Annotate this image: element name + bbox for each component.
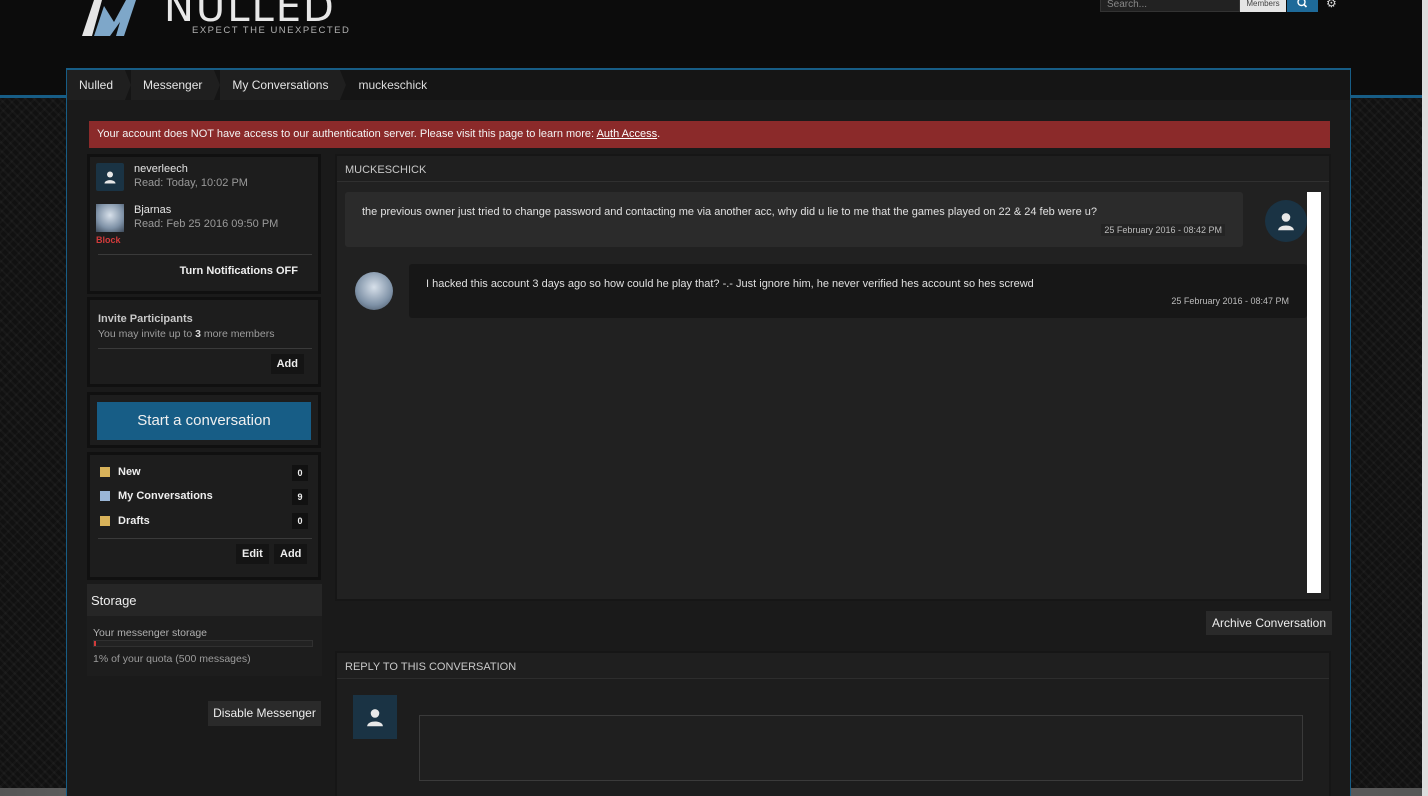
invite-title: Invite Participants bbox=[98, 313, 193, 325]
participant-name[interactable]: Bjarnas bbox=[134, 204, 278, 216]
envelope-icon bbox=[100, 491, 110, 501]
participant-neverleech: neverleech Read: Today, 10:02 PM bbox=[96, 163, 248, 193]
invite-participants-box: Invite Participants You may invite up to… bbox=[87, 297, 321, 387]
breadcrumb-current: muckeschick bbox=[358, 78, 428, 92]
notifications-toggle[interactable]: Turn Notifications OFF bbox=[180, 265, 298, 277]
user-icon bbox=[104, 171, 116, 184]
folder-my-conversations[interactable]: My Conversations bbox=[100, 488, 213, 504]
folders-box: New 0 My Conversations 9 Drafts 0 Edit A… bbox=[87, 452, 321, 580]
auth-alert: Your account does NOT have access to our… bbox=[89, 121, 1330, 148]
reply-panel: REPLY TO THIS CONVERSATION bbox=[335, 651, 1331, 796]
breadcrumb: Nulled Messenger My Conversations muckes… bbox=[67, 70, 1350, 100]
page-scrollbar[interactable] bbox=[1422, 0, 1428, 796]
avatar bbox=[353, 695, 397, 739]
archive-conversation-button[interactable]: Archive Conversation bbox=[1206, 611, 1332, 635]
avatar[interactable] bbox=[355, 272, 393, 310]
notifications-state: OFF bbox=[276, 265, 298, 277]
invite-add-button[interactable]: Add bbox=[270, 354, 304, 374]
block-link[interactable]: Block bbox=[96, 235, 121, 245]
breadcrumb-my-conversations[interactable]: My Conversations bbox=[220, 70, 347, 100]
avatar[interactable] bbox=[96, 204, 124, 232]
message-sent: the previous owner just tried to change … bbox=[345, 192, 1243, 247]
reply-editor[interactable] bbox=[419, 715, 1303, 781]
breadcrumb-nulled[interactable]: Nulled bbox=[67, 70, 132, 100]
search-input[interactable]: Search... bbox=[1100, 0, 1240, 12]
divider bbox=[98, 254, 312, 255]
avatar[interactable] bbox=[1265, 200, 1307, 242]
start-conversation-button[interactable]: Start a conversation bbox=[97, 402, 311, 440]
disable-messenger-button[interactable]: Disable Messenger bbox=[208, 701, 321, 726]
divider bbox=[98, 538, 312, 539]
logo-title: NULLED bbox=[164, 0, 336, 31]
search-icon bbox=[1297, 0, 1308, 8]
message-time: 25 February 2016 - 08:47 PM bbox=[1171, 296, 1289, 306]
folder-count: 0 bbox=[292, 513, 308, 529]
storage-label: Your messenger storage bbox=[93, 627, 208, 639]
folder-label: Drafts bbox=[118, 515, 150, 527]
conversation-title: MUCKESCHICK bbox=[337, 156, 1329, 182]
storage-progress-fill bbox=[94, 641, 97, 646]
conversation-panel: MUCKESCHICK the previous owner just trie… bbox=[335, 154, 1331, 601]
reply-title: REPLY TO THIS CONVERSATION bbox=[337, 653, 1329, 679]
folder-new[interactable]: New bbox=[100, 464, 141, 480]
divider bbox=[98, 348, 312, 349]
notifications-label: Turn Notifications bbox=[179, 265, 276, 277]
main-panel: Nulled Messenger My Conversations muckes… bbox=[66, 68, 1351, 796]
message-text: I hacked this account 3 days ago so how … bbox=[426, 278, 1034, 290]
participant-read-time: Read: Feb 25 2016 09:50 PM bbox=[134, 218, 279, 230]
user-icon bbox=[1278, 213, 1294, 231]
alert-text: Your account does NOT have access to our… bbox=[97, 128, 597, 140]
folder-edit-button[interactable]: Edit bbox=[236, 544, 269, 564]
search-button[interactable] bbox=[1287, 0, 1318, 12]
alert-suffix: . bbox=[657, 128, 661, 140]
folder-add-button[interactable]: Add bbox=[274, 544, 308, 564]
folder-label: New bbox=[118, 466, 141, 478]
breadcrumb-messenger[interactable]: Messenger bbox=[131, 70, 221, 100]
invite-sub-suffix: more members bbox=[200, 328, 275, 340]
participant-bjarnas: Bjarnas Read: Feb 25 2016 09:50 PM bbox=[96, 204, 278, 234]
message-time: 25 February 2016 - 08:42 PM bbox=[1101, 224, 1225, 236]
folder-count: 0 bbox=[292, 465, 308, 481]
search-scope-select[interactable]: Members bbox=[1240, 0, 1286, 12]
user-icon bbox=[367, 709, 383, 727]
site-logo[interactable]: NULLED EXPECT THE UNEXPECTED bbox=[80, 0, 350, 36]
participant-read-time: Read: Today, 10:02 PM bbox=[134, 177, 248, 189]
folder-drafts[interactable]: Drafts bbox=[100, 513, 150, 529]
participant-name[interactable]: neverleech bbox=[134, 163, 248, 175]
auth-access-link[interactable]: Auth Access bbox=[597, 128, 658, 140]
message-received: I hacked this account 3 days ago so how … bbox=[409, 264, 1307, 318]
storage-title: Storage bbox=[87, 584, 322, 616]
folder-count: 9 bbox=[292, 489, 308, 505]
storage-box: Storage Your messenger storage 1% of you… bbox=[87, 584, 322, 676]
start-conversation-box: Start a conversation bbox=[87, 392, 321, 448]
folder-label: My Conversations bbox=[118, 490, 213, 502]
storage-quota: 1% of your quota (500 messages) bbox=[93, 653, 251, 665]
gear-icon[interactable]: ⚙ bbox=[1326, 0, 1337, 10]
invite-subtitle: You may invite up to 3 more members bbox=[98, 328, 274, 340]
avatar[interactable] bbox=[96, 163, 124, 191]
participants-box: neverleech Read: Today, 10:02 PM Bjarnas… bbox=[87, 154, 321, 294]
folder-icon bbox=[100, 516, 110, 526]
logo-mark-icon bbox=[82, 0, 136, 36]
folder-icon bbox=[100, 467, 110, 477]
logo-tagline: EXPECT THE UNEXPECTED bbox=[192, 25, 351, 36]
message-text: the previous owner just tried to change … bbox=[362, 206, 1097, 218]
conversation-scrollbar[interactable] bbox=[1307, 192, 1321, 593]
invite-sub-prefix: You may invite up to bbox=[98, 328, 196, 340]
storage-progress-bar bbox=[93, 640, 313, 647]
